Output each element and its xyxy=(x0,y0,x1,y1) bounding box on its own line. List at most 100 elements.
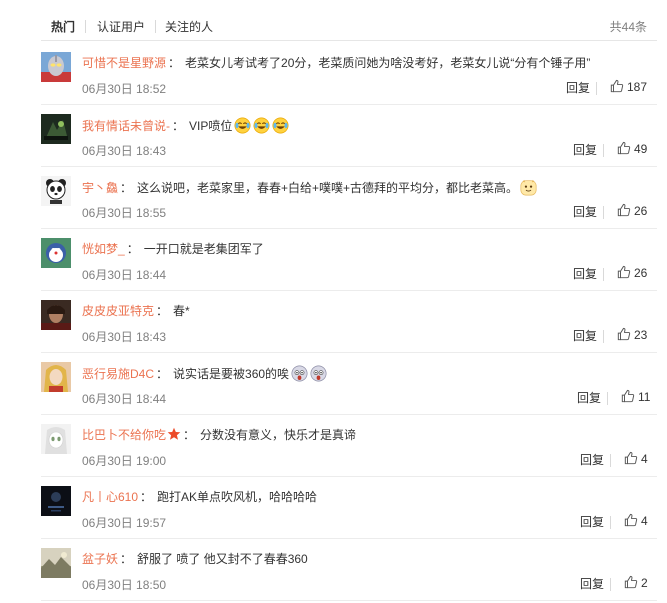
comment-content: 恶行易施D4C： 说实话是要被360的唉 xyxy=(82,365,327,382)
tab-verified-users[interactable]: 认证用户 xyxy=(97,19,145,35)
like-button[interactable]: 49 xyxy=(617,141,647,159)
like-button[interactable]: 4 xyxy=(624,451,648,469)
comment-username[interactable]: 皮皮皮亚特克 xyxy=(82,304,154,318)
like-count: 4 xyxy=(641,452,648,466)
reply-button[interactable]: 回复 xyxy=(580,514,604,530)
laugh-cry-emoji xyxy=(272,117,289,134)
like-count: 49 xyxy=(634,142,648,156)
comment-text: 跑打AK单点吹风机，哈哈哈哈 xyxy=(157,490,318,504)
comment-colon: ： xyxy=(168,56,181,70)
tab-divider xyxy=(85,20,86,33)
comment-text: 分数没有意义，快乐才是真谛 xyxy=(200,428,357,442)
comment-colon: ： xyxy=(120,181,133,195)
comment-content: 可惜不是星野源： 老菜女儿考试考了20分，老菜质问她为啥没考好，老菜女儿说“分有个… xyxy=(82,55,590,71)
action-divider xyxy=(610,578,611,591)
thumbs-up-icon xyxy=(621,389,635,404)
comment-username[interactable]: 恍如梦_ xyxy=(82,242,125,256)
comment-text: 春* xyxy=(173,304,190,318)
comment-colon: ： xyxy=(156,304,169,318)
like-button[interactable]: 2 xyxy=(624,575,648,593)
cartoon-avatar[interactable] xyxy=(41,238,71,268)
action-divider xyxy=(596,82,597,95)
thumbs-up-icon xyxy=(624,513,638,528)
comment-username[interactable]: 可惜不是星野源 xyxy=(82,56,166,70)
thumbs-up-icon xyxy=(617,265,631,280)
comment-text: 说实话是要被360的唉 xyxy=(173,367,290,381)
tab-divider xyxy=(155,20,156,33)
anime-avatar[interactable] xyxy=(41,424,71,454)
smirk-emoji xyxy=(520,179,537,196)
reply-button[interactable]: 回复 xyxy=(573,204,597,220)
comment-panel: 热门 认证用户 关注的人 共44条 可惜不是星野源：老菜女儿考试考了20分，老菜… xyxy=(0,0,667,603)
like-count: 23 xyxy=(634,328,648,342)
thumbs-up-icon xyxy=(624,451,638,466)
thumbs-up-icon xyxy=(610,79,624,94)
action-divider xyxy=(603,330,604,343)
comment-time: 06月30日 19:00 xyxy=(82,454,167,468)
panda-avatar[interactable] xyxy=(41,176,71,206)
reply-button[interactable]: 回复 xyxy=(573,142,597,158)
comment-item: 恶行易施D4C： 说实话是要被360的唉 06月30日 18:44 回复 11 xyxy=(41,352,657,415)
thumbs-up-icon xyxy=(617,203,631,218)
like-button[interactable]: 26 xyxy=(617,265,647,283)
tab-following[interactable]: 关注的人 xyxy=(165,19,213,35)
vip-star-icon[interactable] xyxy=(167,427,181,441)
like-button[interactable]: 26 xyxy=(617,203,647,221)
dark-game-avatar[interactable] xyxy=(41,114,71,144)
comment-username[interactable]: 比巴卜不给你吃 xyxy=(82,428,166,442)
comment-colon: ： xyxy=(156,367,169,381)
reply-button[interactable]: 回复 xyxy=(580,576,604,592)
tab-hot[interactable]: 热门 xyxy=(51,19,75,35)
action-divider xyxy=(603,144,604,157)
blonde-avatar[interactable] xyxy=(41,362,71,392)
comment-item: 盆子妖： 舒服了 喷了 他又封不了春春360 06月30日 18:50 回复 2 xyxy=(41,538,657,601)
like-button[interactable]: 4 xyxy=(624,513,648,531)
comment-tabs: 热门 认证用户 关注的人 共44条 xyxy=(41,0,657,41)
comment-item: 恍如梦_： 一开口就是老集团军了 06月30日 18:44 回复 26 xyxy=(41,228,657,291)
night-avatar[interactable] xyxy=(41,486,71,516)
like-button[interactable]: 23 xyxy=(617,327,647,345)
reply-button[interactable]: 回复 xyxy=(573,328,597,344)
reply-button[interactable]: 回复 xyxy=(577,390,601,406)
comment-text: 这么说吧，老菜家里，春春+白给+噗噗+古德拜的平均分，都比老菜高。 xyxy=(137,181,519,195)
comment-time: 06月30日 18:55 xyxy=(82,206,167,220)
like-count: 26 xyxy=(634,204,648,218)
warrior-avatar[interactable] xyxy=(41,300,71,330)
reply-button[interactable]: 回复 xyxy=(580,452,604,468)
laugh-cry-emoji xyxy=(234,117,251,134)
like-button[interactable]: 11 xyxy=(621,389,650,407)
comment-text: 一开口就是老集团军了 xyxy=(143,242,264,256)
like-count: 187 xyxy=(627,80,648,94)
like-count: 11 xyxy=(638,390,651,404)
comment-username[interactable]: 我有情话未曾说- xyxy=(82,119,170,133)
comment-colon: ： xyxy=(172,119,185,133)
fear-emoji xyxy=(291,365,308,382)
thumbs-up-icon xyxy=(617,327,631,342)
reply-button[interactable]: 回复 xyxy=(573,266,597,282)
like-count: 4 xyxy=(641,514,648,528)
comment-content: 盆子妖： 舒服了 喷了 他又封不了春春360 xyxy=(82,551,308,567)
ultraman-avatar[interactable] xyxy=(41,52,71,82)
comment-text: VIP喷位 xyxy=(189,119,233,133)
landscape-avatar[interactable] xyxy=(41,548,71,578)
thumbs-up-icon xyxy=(617,141,631,156)
like-count: 2 xyxy=(641,576,648,590)
comment-colon: ： xyxy=(126,242,139,256)
laugh-cry-emoji xyxy=(253,117,270,134)
reply-button[interactable]: 回复 xyxy=(566,80,590,96)
comment-content: 我有情话未曾说-： VIP喷位 xyxy=(82,117,289,134)
comment-username[interactable]: 凡丨心610 xyxy=(82,490,138,504)
comment-username[interactable]: 盆子妖 xyxy=(82,552,118,566)
comment-item: 宇丶鱻： 这么说吧，老菜家里，春春+白给+噗噗+古德拜的平均分，都比老菜高。 06月… xyxy=(41,166,657,229)
action-divider xyxy=(610,516,611,529)
comment-content: 宇丶鱻： 这么说吧，老菜家里，春春+白给+噗噗+古德拜的平均分，都比老菜高。 xyxy=(82,179,537,196)
comment-item: 皮皮皮亚特克： 春* 06月30日 18:43 回复 23 xyxy=(41,290,657,353)
comment-time: 06月30日 18:43 xyxy=(82,144,167,158)
comment-username[interactable]: 宇丶鱻 xyxy=(82,181,118,195)
thumbs-up-icon xyxy=(624,575,638,590)
comment-username[interactable]: 恶行易施D4C xyxy=(82,367,154,381)
like-button[interactable]: 187 xyxy=(610,79,647,97)
like-count: 26 xyxy=(634,266,648,280)
comment-colon: ： xyxy=(183,428,196,442)
action-divider xyxy=(603,268,604,281)
